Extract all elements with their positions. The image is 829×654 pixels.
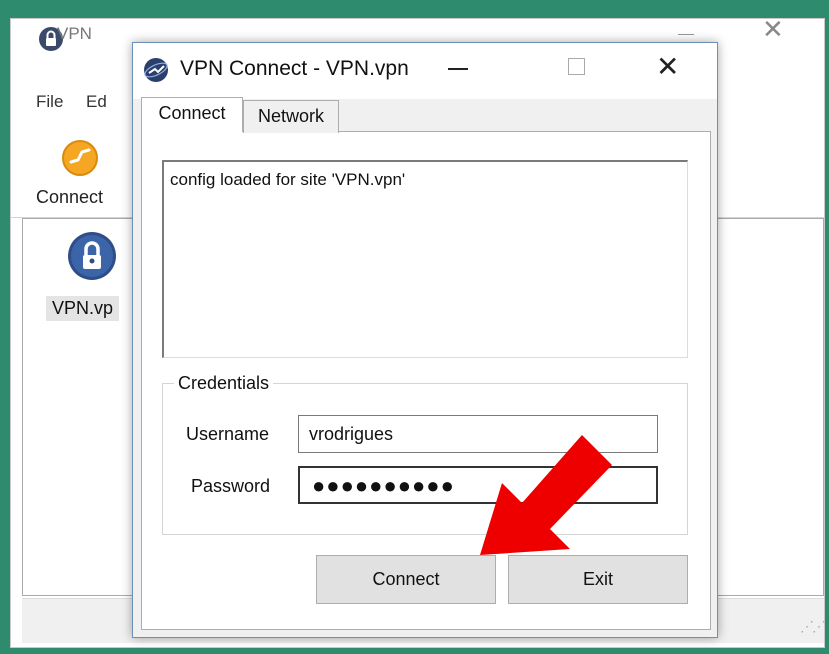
- resize-grip[interactable]: ⋰⋰: [800, 618, 826, 635]
- connect-icon[interactable]: [60, 138, 100, 178]
- red-arrow-icon: [480, 435, 612, 555]
- log-output[interactable]: config loaded for site 'VPN.vpn': [162, 160, 688, 358]
- main-window-title: VPN: [57, 24, 92, 43]
- dialog-title: VPN Connect - VPN.vpn: [180, 57, 409, 80]
- tab-connect[interactable]: Connect: [141, 97, 243, 132]
- vpn-globe-icon: [144, 58, 168, 82]
- profile-item-label[interactable]: VPN.vp: [46, 296, 120, 321]
- tab-network[interactable]: Network: [243, 100, 339, 133]
- password-label: Password: [191, 476, 271, 496]
- dialog-maximize-button: [568, 58, 585, 75]
- menu-file[interactable]: File: [36, 92, 63, 112]
- menu-edit[interactable]: Ed: [86, 92, 107, 112]
- lock-profile-icon[interactable]: [66, 230, 118, 282]
- main-minimize-button[interactable]: [678, 34, 694, 35]
- main-close-button[interactable]: ✕: [762, 14, 784, 45]
- username-label: Username: [186, 424, 270, 444]
- dialog-close-button[interactable]: ✕: [656, 50, 679, 83]
- dialog-minimize-button[interactable]: [448, 68, 468, 70]
- credentials-legend: Credentials: [174, 373, 274, 394]
- connect-button[interactable]: Connect: [316, 555, 496, 604]
- toolbar-connect-label[interactable]: Connect: [36, 187, 103, 208]
